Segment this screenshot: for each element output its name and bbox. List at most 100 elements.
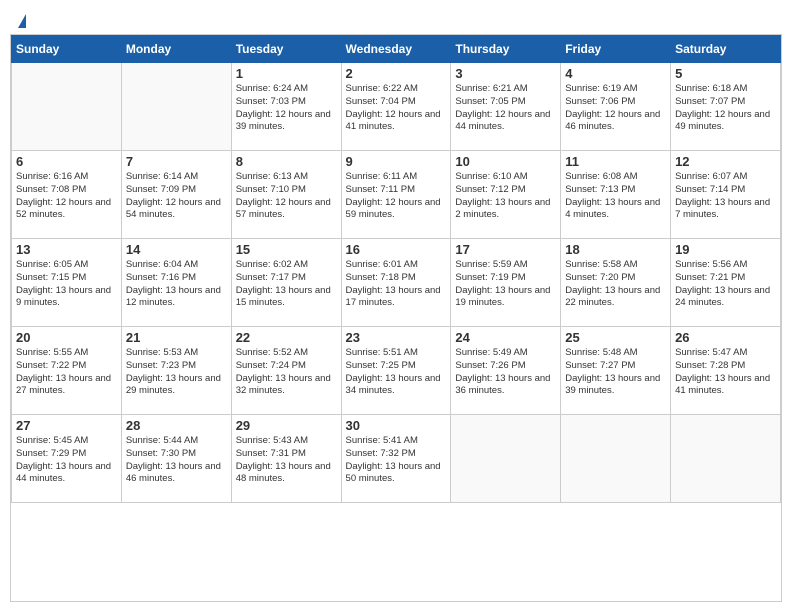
sunset-text: Sunset: 7:28 PM	[675, 360, 776, 373]
calendar-cell: 22 Sunrise: 5:52 AMSunset: 7:24 PMDayligh…	[231, 327, 341, 415]
calendar-cell: 3Sunrise: 6:21 AMSunset: 7:05 PMDaylight…	[451, 63, 561, 151]
daylight-text: Daylight: 13 hours and 17 minutes.	[346, 285, 447, 311]
day-number: 24	[455, 330, 556, 345]
sunrise-text: Sunrise: 5:48 AM	[565, 347, 666, 360]
daylight-text: Daylight: 13 hours and 50 minutes.	[346, 461, 447, 487]
calendar-cell: 14Sunrise: 6:04 AMSunset: 7:16 PMDayligh…	[121, 239, 231, 327]
sunset-text: Sunset: 7:19 PM	[455, 272, 556, 285]
daylight-text: Daylight: 13 hours and 36 minutes.	[455, 373, 556, 399]
daylight-text: Daylight: 13 hours and 2 minutes.	[455, 197, 556, 223]
sunrise-text: Sunrise: 5:43 AM	[236, 435, 337, 448]
sunset-text: Sunset: 7:21 PM	[675, 272, 776, 285]
day-number: 30	[346, 418, 447, 433]
day-number: 9	[346, 154, 447, 169]
calendar-cell: 2Sunrise: 6:22 AMSunset: 7:04 PMDaylight…	[341, 63, 451, 151]
day-number: 16	[346, 242, 447, 257]
day-number: 22	[236, 330, 337, 345]
dow-header-saturday: Saturday	[671, 36, 781, 63]
sunrise-text: Sunrise: 6:16 AM	[16, 171, 117, 184]
daylight-text: Daylight: 13 hours and 39 minutes.	[565, 373, 666, 399]
calendar-cell	[12, 63, 122, 151]
logo-triangle-icon	[18, 14, 26, 28]
day-number: 21	[126, 330, 227, 345]
daylight-text: Daylight: 13 hours and 12 minutes.	[126, 285, 227, 311]
daylight-text: Daylight: 13 hours and 48 minutes.	[236, 461, 337, 487]
sunrise-text: Sunrise: 5:45 AM	[16, 435, 117, 448]
dow-header-monday: Monday	[121, 36, 231, 63]
cell-content: Sunrise: 5:52 AMSunset: 7:24 PMDaylight:…	[236, 347, 337, 398]
sunset-text: Sunset: 7:32 PM	[346, 448, 447, 461]
day-number: 17	[455, 242, 556, 257]
day-number: 4	[565, 66, 666, 81]
sunset-text: Sunset: 7:29 PM	[16, 448, 117, 461]
cell-content: Sunrise: 5:49 AMSunset: 7:26 PMDaylight:…	[455, 347, 556, 398]
daylight-text: Daylight: 13 hours and 4 minutes.	[565, 197, 666, 223]
calendar-cell: 4 Sunrise: 6:19 AMSunset: 7:06 PMDaylight…	[561, 63, 671, 151]
cell-content: Sunrise: 6:11 AMSunset: 7:11 PMDaylight:…	[346, 171, 447, 222]
sunset-text: Sunset: 7:23 PM	[126, 360, 227, 373]
sunrise-text: Sunrise: 5:53 AM	[126, 347, 227, 360]
cell-content: Sunrise: 5:48 AMSunset: 7:27 PMDaylight:…	[565, 347, 666, 398]
sunset-text: Sunset: 7:31 PM	[236, 448, 337, 461]
cell-content: Sunrise: 6:10 AMSunset: 7:12 PMDaylight:…	[455, 171, 556, 222]
cell-content: Sunrise: 6:04 AMSunset: 7:16 PMDaylight:…	[126, 259, 227, 310]
cell-content: Sunrise: 5:59 AMSunset: 7:19 PMDaylight:…	[455, 259, 556, 310]
sunset-text: Sunset: 7:27 PM	[565, 360, 666, 373]
calendar-cell: 26Sunrise: 5:47 AMSunset: 7:28 PMDayligh…	[671, 327, 781, 415]
sunset-text: Sunset: 7:14 PM	[675, 184, 776, 197]
week-row-5: 27Sunrise: 5:45 AMSunset: 7:29 PMDayligh…	[12, 415, 781, 503]
day-number: 15	[236, 242, 337, 257]
sunset-text: Sunset: 7:07 PM	[675, 96, 776, 109]
cell-content: Sunrise: 6:16 AMSunset: 7:08 PMDaylight:…	[16, 171, 117, 222]
week-row-3: 13Sunrise: 6:05 AMSunset: 7:15 PMDayligh…	[12, 239, 781, 327]
calendar-cell: 16Sunrise: 6:01 AMSunset: 7:18 PMDayligh…	[341, 239, 451, 327]
calendar-cell: 12Sunrise: 6:07 AMSunset: 7:14 PMDayligh…	[671, 151, 781, 239]
calendar-cell: 28Sunrise: 5:44 AMSunset: 7:30 PMDayligh…	[121, 415, 231, 503]
day-number: 18	[565, 242, 666, 257]
sunrise-text: Sunrise: 6:24 AM	[236, 83, 337, 96]
calendar-cell: 27Sunrise: 5:45 AMSunset: 7:29 PMDayligh…	[12, 415, 122, 503]
cell-content: Sunrise: 6:08 AMSunset: 7:13 PMDaylight:…	[565, 171, 666, 222]
dow-header-friday: Friday	[561, 36, 671, 63]
week-row-2: 6Sunrise: 6:16 AMSunset: 7:08 PMDaylight…	[12, 151, 781, 239]
day-number: 1	[236, 66, 337, 81]
calendar-cell: 20Sunrise: 5:55 AMSunset: 7:22 PMDayligh…	[12, 327, 122, 415]
cell-content: Sunrise: 6:19 AMSunset: 7:06 PMDaylight:…	[565, 83, 666, 134]
day-number: 8	[236, 154, 337, 169]
sunset-text: Sunset: 7:13 PM	[565, 184, 666, 197]
day-number: 12	[675, 154, 776, 169]
calendar-cell: 13Sunrise: 6:05 AMSunset: 7:15 PMDayligh…	[12, 239, 122, 327]
daylight-text: Daylight: 13 hours and 29 minutes.	[126, 373, 227, 399]
calendar-cell: 5Sunrise: 6:18 AMSunset: 7:07 PMDaylight…	[671, 63, 781, 151]
sunset-text: Sunset: 7:09 PM	[126, 184, 227, 197]
dow-header-thursday: Thursday	[451, 36, 561, 63]
cell-content: Sunrise: 6:02 AMSunset: 7:17 PMDaylight:…	[236, 259, 337, 310]
daylight-text: Daylight: 13 hours and 7 minutes.	[675, 197, 776, 223]
sunset-text: Sunset: 7:18 PM	[346, 272, 447, 285]
sunrise-text: Sunrise: 6:14 AM	[126, 171, 227, 184]
sunset-text: Sunset: 7:25 PM	[346, 360, 447, 373]
daylight-text: Daylight: 13 hours and 34 minutes.	[346, 373, 447, 399]
calendar-cell: 15 Sunrise: 6:02 AMSunset: 7:17 PMDayligh…	[231, 239, 341, 327]
sunset-text: Sunset: 7:04 PM	[346, 96, 447, 109]
calendar-cell: 25Sunrise: 5:48 AMSunset: 7:27 PMDayligh…	[561, 327, 671, 415]
sunset-text: Sunset: 7:16 PM	[126, 272, 227, 285]
day-number: 11	[565, 154, 666, 169]
sunset-text: Sunset: 7:05 PM	[455, 96, 556, 109]
sunset-text: Sunset: 7:24 PM	[236, 360, 337, 373]
sunset-text: Sunset: 7:06 PM	[565, 96, 666, 109]
calendar-cell: 19Sunrise: 5:56 AMSunset: 7:21 PMDayligh…	[671, 239, 781, 327]
daylight-text: Daylight: 13 hours and 19 minutes.	[455, 285, 556, 311]
cell-content: Sunrise: 5:44 AMSunset: 7:30 PMDaylight:…	[126, 435, 227, 486]
sunrise-text: Sunrise: 5:44 AM	[126, 435, 227, 448]
cell-content: Sunrise: 6:21 AMSunset: 7:05 PMDaylight:…	[455, 83, 556, 134]
daylight-text: Daylight: 13 hours and 22 minutes.	[565, 285, 666, 311]
daylight-text: Daylight: 13 hours and 15 minutes.	[236, 285, 337, 311]
cell-content: Sunrise: 5:43 AMSunset: 7:31 PMDaylight:…	[236, 435, 337, 486]
day-number: 2	[346, 66, 447, 81]
sunrise-text: Sunrise: 6:04 AM	[126, 259, 227, 272]
calendar-cell	[121, 63, 231, 151]
calendar-cell: 21 Sunrise: 5:53 AMSunset: 7:23 PMDayligh…	[121, 327, 231, 415]
sunset-text: Sunset: 7:12 PM	[455, 184, 556, 197]
daylight-text: Daylight: 12 hours and 54 minutes.	[126, 197, 227, 223]
